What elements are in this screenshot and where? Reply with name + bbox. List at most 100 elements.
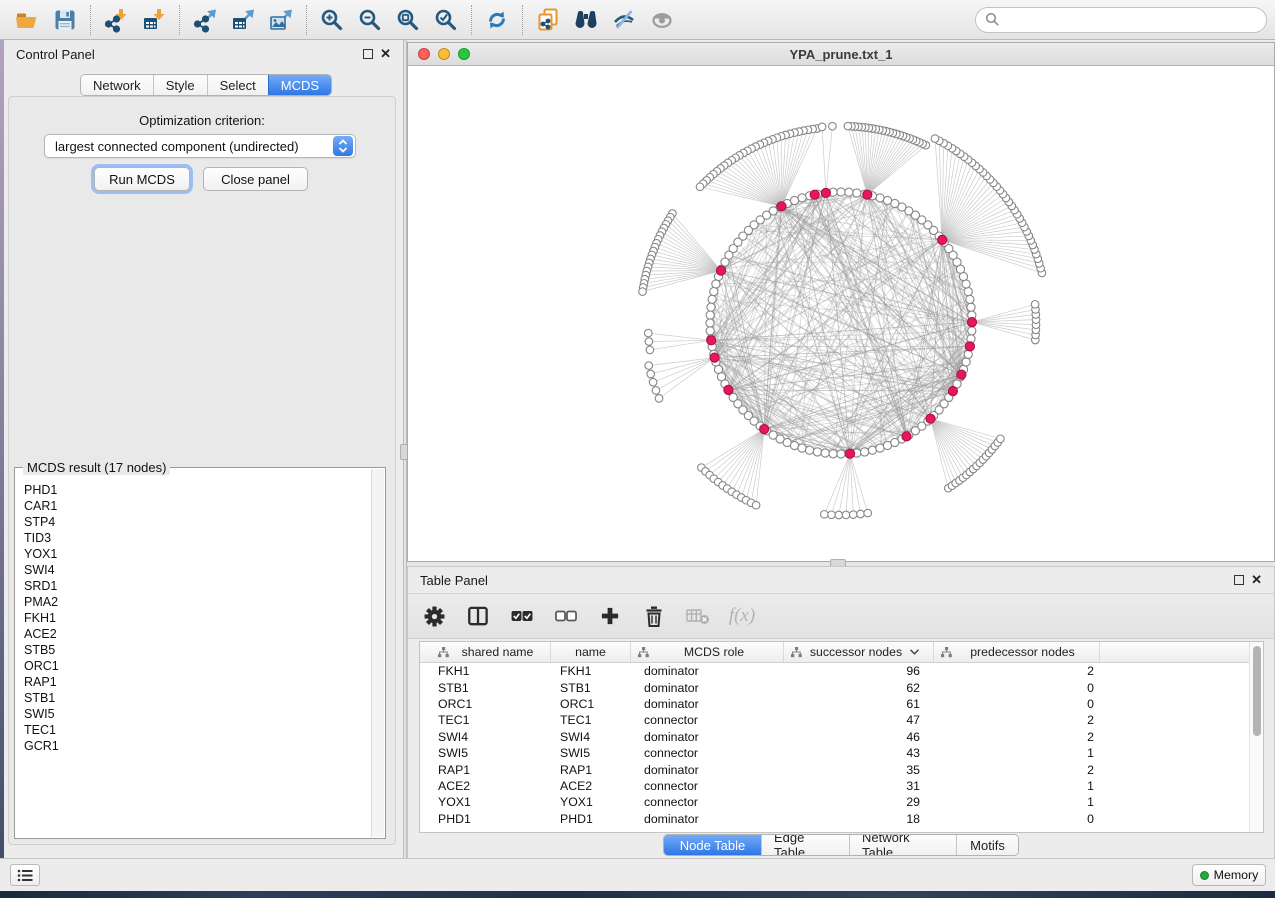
network-selected-node[interactable] bbox=[710, 353, 719, 362]
select-all-button[interactable] bbox=[510, 604, 534, 628]
network-selected-node[interactable] bbox=[965, 342, 974, 351]
tab-mcds[interactable]: MCDS bbox=[268, 75, 331, 95]
mcds-result-item[interactable]: SRD1 bbox=[24, 578, 369, 594]
zoom-selected-button[interactable] bbox=[427, 3, 465, 37]
deselect-all-button[interactable] bbox=[554, 604, 578, 628]
network-node[interactable] bbox=[845, 188, 853, 196]
network-node[interactable] bbox=[857, 510, 865, 518]
network-node[interactable] bbox=[655, 395, 663, 403]
network-node[interactable] bbox=[652, 387, 660, 395]
network-node[interactable] bbox=[868, 446, 876, 454]
mcds-result-item[interactable]: PHD1 bbox=[24, 482, 369, 498]
network-selected-node[interactable] bbox=[863, 190, 872, 199]
network-selected-node[interactable] bbox=[948, 387, 957, 396]
table-row[interactable]: ACE2ACE2connector311 bbox=[420, 778, 1249, 794]
table-row[interactable]: SWI5SWI5connector431 bbox=[420, 745, 1249, 761]
network-node[interactable] bbox=[821, 511, 829, 519]
delete-column-button[interactable] bbox=[642, 604, 666, 628]
network-node[interactable] bbox=[964, 288, 972, 296]
network-selected-node[interactable] bbox=[724, 385, 733, 394]
network-node[interactable] bbox=[707, 303, 715, 311]
function-builder-button-disabled[interactable]: f(x) bbox=[730, 604, 754, 628]
network-selected-node[interactable] bbox=[967, 318, 976, 327]
mcds-result-item[interactable]: TID3 bbox=[24, 530, 369, 546]
network-node[interactable] bbox=[844, 122, 852, 130]
network-selected-node[interactable] bbox=[716, 266, 725, 275]
network-node[interactable] bbox=[706, 319, 714, 327]
network-node[interactable] bbox=[813, 448, 821, 456]
mcds-result-item[interactable]: PMA2 bbox=[24, 594, 369, 610]
tab-network-table[interactable]: Network Table bbox=[849, 835, 956, 855]
network-selected-node[interactable] bbox=[707, 336, 716, 345]
column-header-predecessor-nodes[interactable]: predecessor nodes bbox=[934, 642, 1100, 662]
mcds-result-item[interactable]: GCR1 bbox=[24, 738, 369, 754]
memory-button[interactable]: Memory bbox=[1192, 864, 1266, 886]
float-window-icon[interactable] bbox=[1234, 575, 1244, 585]
search-input[interactable] bbox=[1000, 12, 1257, 27]
network-node[interactable] bbox=[646, 346, 654, 354]
network-node[interactable] bbox=[706, 327, 714, 335]
table-row[interactable]: RAP1RAP1dominator352 bbox=[420, 761, 1249, 777]
network-node[interactable] bbox=[968, 327, 976, 335]
network-node[interactable] bbox=[752, 501, 760, 509]
network-node[interactable] bbox=[876, 194, 884, 202]
network-node[interactable] bbox=[806, 446, 814, 454]
mcds-result-item[interactable]: STP4 bbox=[24, 514, 369, 530]
network-node[interactable] bbox=[861, 448, 869, 456]
network-node[interactable] bbox=[853, 189, 861, 197]
tab-edge-table[interactable]: Edge Table bbox=[761, 835, 849, 855]
open-session-button[interactable] bbox=[8, 3, 46, 37]
network-node[interactable] bbox=[835, 511, 843, 519]
optimization-criterion-select[interactable]: largest connected component (undirected) bbox=[44, 134, 356, 158]
close-panel-icon[interactable]: ✕ bbox=[1251, 575, 1262, 585]
network-node[interactable] bbox=[645, 329, 653, 337]
network-selected-node[interactable] bbox=[957, 370, 966, 379]
network-node[interactable] bbox=[842, 511, 850, 519]
add-column-button[interactable] bbox=[598, 604, 622, 628]
tab-select[interactable]: Select bbox=[207, 75, 268, 95]
mcds-result-item[interactable]: RAP1 bbox=[24, 674, 369, 690]
network-selected-node[interactable] bbox=[846, 449, 855, 458]
network-node[interactable] bbox=[850, 511, 858, 519]
import-table-button[interactable] bbox=[135, 3, 173, 37]
column-header-successor-nodes[interactable]: successor nodes bbox=[784, 642, 934, 662]
network-node[interactable] bbox=[837, 450, 845, 458]
network-canvas[interactable] bbox=[408, 66, 1274, 561]
tab-style[interactable]: Style bbox=[153, 75, 207, 95]
task-history-button[interactable] bbox=[10, 864, 40, 886]
mcds-result-item[interactable]: STB5 bbox=[24, 642, 369, 658]
mcds-result-item[interactable]: STB1 bbox=[24, 690, 369, 706]
save-session-button[interactable] bbox=[46, 3, 84, 37]
table-row[interactable]: PHD1PHD1dominator180 bbox=[420, 811, 1249, 827]
apply-layout-button[interactable] bbox=[478, 3, 516, 37]
network-selected-node[interactable] bbox=[777, 202, 786, 211]
network-selected-node[interactable] bbox=[821, 188, 830, 197]
table-scrollbar[interactable] bbox=[1249, 642, 1263, 832]
import-network-button[interactable] bbox=[97, 3, 135, 37]
column-header-mcds-role[interactable]: MCDS role bbox=[631, 642, 784, 662]
show-columns-button[interactable] bbox=[466, 604, 490, 628]
table-scrollbar-thumb[interactable] bbox=[1253, 646, 1261, 736]
table-settings-button[interactable] bbox=[422, 604, 446, 628]
network-node[interactable] bbox=[706, 311, 714, 319]
close-panel-icon[interactable]: ✕ bbox=[380, 49, 391, 59]
network-node[interactable] bbox=[964, 350, 972, 358]
network-node[interactable] bbox=[647, 370, 655, 378]
table-row[interactable]: YOX1YOX1connector291 bbox=[420, 794, 1249, 810]
mcds-result-item[interactable]: CAR1 bbox=[24, 498, 369, 514]
zoom-out-button[interactable] bbox=[351, 3, 389, 37]
export-table-button[interactable] bbox=[224, 3, 262, 37]
column-header-name[interactable]: name bbox=[551, 642, 631, 662]
mcds-result-item[interactable]: SWI5 bbox=[24, 706, 369, 722]
table-row[interactable]: TEC1TEC1connector472 bbox=[420, 712, 1249, 728]
network-node[interactable] bbox=[997, 435, 1005, 443]
mcds-result-item[interactable]: ACE2 bbox=[24, 626, 369, 642]
network-node[interactable] bbox=[645, 338, 653, 346]
network-node[interactable] bbox=[818, 123, 826, 131]
hide-selected-button[interactable] bbox=[605, 3, 643, 37]
network-node[interactable] bbox=[696, 183, 704, 191]
network-selected-node[interactable] bbox=[810, 190, 819, 199]
column-header-shared-name[interactable]: shared name bbox=[420, 642, 551, 662]
first-neighbors-button[interactable] bbox=[567, 3, 605, 37]
tab-motifs[interactable]: Motifs bbox=[956, 835, 1018, 855]
